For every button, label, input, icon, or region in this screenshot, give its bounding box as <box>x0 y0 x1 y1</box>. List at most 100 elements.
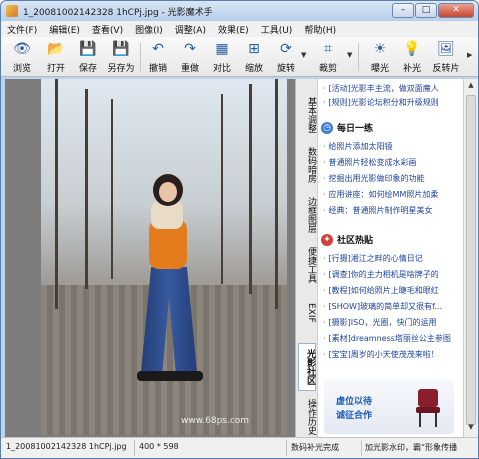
ad-banner[interactable]: 虚位以待 诚征合作 <box>324 379 454 434</box>
toolbar-more-arrow-icon[interactable]: ▶ <box>467 51 472 59</box>
close-button[interactable]: ✕ <box>438 3 474 18</box>
zoom-icon: ⊞ <box>248 41 260 57</box>
crop-button[interactable]: ⌗ 裁剪 <box>311 39 345 75</box>
fill-light-icon: 💡 <box>403 41 421 57</box>
menu-effects[interactable]: 效果(E) <box>218 23 249 36</box>
side-tab-strip: 基本调整 数码暗房 边框图层 便捷工具 EXIF 光影社区 操作历史 <box>295 79 317 437</box>
tab-digital-darkroom[interactable]: 数码暗房 <box>298 143 316 187</box>
daily-link[interactable]: 应用讲座：如何绘MM照片加柔 <box>323 189 439 200</box>
redo-button[interactable]: ↷ 重做 <box>173 39 207 75</box>
tab-exif[interactable]: EXIF <box>298 293 316 333</box>
watermark-text: www.68ps.com <box>181 416 250 426</box>
tree-trunk <box>111 99 113 279</box>
tab-basic-adjust[interactable]: 基本调整 <box>298 93 316 137</box>
rotate-dropdown-arrow-icon[interactable]: ▼ <box>301 51 306 59</box>
hot-flag-icon: ✦ <box>321 233 333 246</box>
clock-icon: ◷ <box>321 121 333 134</box>
zoom-label: 缩放 <box>244 64 263 74</box>
tab-frame-layers[interactable]: 边框图层 <box>298 193 316 237</box>
scroll-up-arrow-icon[interactable]: ▲ <box>465 81 477 93</box>
redo-label: 重做 <box>180 64 199 74</box>
menu-image[interactable]: 图像(I) <box>135 23 163 36</box>
toolbar: 👁 浏览 📂 打开 💾 保存 💾 另存为 ↶ 撤销 ↷ 重做 ▦ 对比 ⊞ 缩放… <box>1 37 478 77</box>
daily-link[interactable]: 给照片添加太阳镜 <box>323 141 393 152</box>
ad-line-2: 诚征合作 <box>336 411 373 421</box>
forum-link[interactable]: [素材]dreamness塔丽丝公主参图 <box>323 333 451 344</box>
browse-button[interactable]: 👁 浏览 <box>5 39 39 75</box>
menu-adjust[interactable]: 调整(A) <box>175 23 206 36</box>
window-controls: – □ ✕ <box>392 3 474 18</box>
tab-quick-tools[interactable]: 便捷工具 <box>298 243 316 287</box>
menu-view[interactable]: 查看(V) <box>92 23 123 36</box>
chair-icon <box>416 389 440 427</box>
save-icon: 💾 <box>79 41 97 57</box>
photo: www.68ps.com <box>41 79 287 435</box>
save-as-icon: 💾 <box>112 41 130 57</box>
scroll-thumb[interactable] <box>466 95 476 425</box>
status-action: 数码补光完成 <box>291 443 339 452</box>
status-hint: 加光影水印，霸“形象传播 <box>365 443 458 452</box>
tree-trunk <box>221 94 223 284</box>
status-filename: 1_20081002142328 1hCPj.jpg <box>6 442 127 451</box>
save-button[interactable]: 💾 保存 <box>71 39 105 75</box>
daily-link[interactable]: 普通照片轻松变成水彩画 <box>323 157 417 168</box>
menu-bar: 文件(F) 编辑(E) 查看(V) 图像(I) 调整(A) 效果(E) 工具(U… <box>1 21 478 37</box>
maximize-button[interactable]: □ <box>415 3 437 18</box>
exposure-label: 曝光 <box>370 64 389 74</box>
panel-link[interactable]: [活动]光影丰主流，做双面魔人 <box>323 83 439 94</box>
rotate-button[interactable]: ⟳ 旋转 <box>269 39 303 75</box>
zoom-button[interactable]: ⊞ 缩放 <box>237 39 271 75</box>
status-separator <box>286 440 287 456</box>
save-label: 保存 <box>78 64 97 74</box>
panel-link[interactable]: [规则]光影论坛积分和升级规则 <box>323 97 439 108</box>
menu-file[interactable]: 文件(F) <box>7 23 37 36</box>
save-as-button[interactable]: 💾 另存为 <box>104 39 138 75</box>
exposure-icon: ☀ <box>373 41 387 57</box>
daily-practice-header: ◷ 每日一练 <box>321 121 373 134</box>
open-button[interactable]: 📂 打开 <box>39 39 73 75</box>
fill-light-label: 补光 <box>402 64 421 74</box>
redo-icon: ↷ <box>184 41 196 57</box>
fill-light-button[interactable]: 💡 补光 <box>395 39 429 75</box>
tree-trunk <box>275 79 278 309</box>
menu-help[interactable]: 帮助(H) <box>304 23 336 36</box>
app-window: 1_20081002142328 1hCPj.jpg - 光影魔术手 – □ ✕… <box>0 0 479 459</box>
window-title: 1_20081002142328 1hCPj.jpg - 光影魔术手 <box>23 7 213 18</box>
status-separator <box>361 440 362 456</box>
scroll-down-arrow-icon[interactable]: ▼ <box>465 423 477 435</box>
save-as-label: 另存为 <box>107 64 135 74</box>
exposure-button[interactable]: ☀ 曝光 <box>363 39 397 75</box>
rotate-icon: ⟳ <box>280 41 292 57</box>
panel-scrollbar[interactable]: ▲ ▼ <box>463 79 478 437</box>
title-bar[interactable]: 1_20081002142328 1hCPj.jpg - 光影魔术手 – □ ✕ <box>1 1 478 21</box>
undo-button[interactable]: ↶ 撤销 <box>141 39 175 75</box>
forum-link[interactable]: [行摄]湘江之畔的心情日记 <box>323 253 423 264</box>
forum-link[interactable]: [教程]如何给照片上睫毛和眼红 <box>323 285 439 296</box>
tab-community[interactable]: 光影社区 <box>298 343 316 391</box>
status-bar: 1_20081002142328 1hCPj.jpg 400 * 598 数码补… <box>1 437 478 458</box>
crop-dropdown-arrow-icon[interactable]: ▼ <box>347 51 352 59</box>
daily-link[interactable]: 挖掘出用光影做印象的功能 <box>323 173 425 184</box>
status-dimensions: 400 * 598 <box>139 442 179 451</box>
undo-icon: ↶ <box>152 41 164 57</box>
daily-link[interactable]: 经典：普通照片制作明星美女 <box>323 205 433 216</box>
tree-trunk <box>55 79 58 309</box>
forum-link[interactable]: [宝宝]周岁的小天使茂茂来啦！ <box>323 349 439 360</box>
tab-history[interactable]: 操作历史 <box>298 397 316 437</box>
browse-label: 浏览 <box>12 64 31 74</box>
compare-button[interactable]: ▦ 对比 <box>205 39 239 75</box>
browse-icon: 👁 <box>13 41 31 57</box>
forum-link[interactable]: [摄影]ISO，光圈，快门的运用 <box>323 317 437 328</box>
forum-link[interactable]: [SHOW]玻璃的简单却又很有f... <box>323 301 442 312</box>
menu-tools[interactable]: 工具(U) <box>261 23 293 36</box>
slide-film-button[interactable]: 🖼 反转片 <box>429 39 463 75</box>
community-panel: [活动]光影丰主流，做双面魔人 [规则]光影论坛积分和升级规则 ◷ 每日一练 给… <box>317 79 463 437</box>
app-logo-icon <box>6 5 18 17</box>
forum-link[interactable]: [调查]你的主力相机是啥牌子的 <box>323 269 439 280</box>
open-folder-icon: 📂 <box>47 41 65 57</box>
menu-edit[interactable]: 编辑(E) <box>49 23 80 36</box>
status-separator <box>134 440 135 456</box>
image-canvas[interactable]: www.68ps.com <box>5 79 295 437</box>
toolbar-separator <box>358 43 359 71</box>
minimize-button[interactable]: – <box>392 3 414 18</box>
